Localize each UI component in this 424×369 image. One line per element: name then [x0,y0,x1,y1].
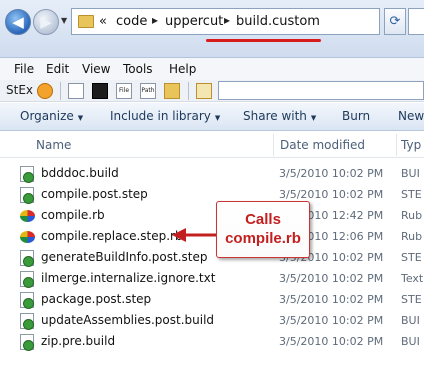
organize-label: Organize [20,109,74,123]
column-header-date[interactable]: Date modified [280,138,365,152]
organize-dropdown-icon: ▼ [77,114,84,122]
column-header-type[interactable]: Typ [401,138,421,152]
include-in-library-label: Include in library [110,109,211,123]
recent-pages-dropdown-icon[interactable]: ▼ [61,16,67,25]
file-date: 3/5/2010 10:02 PM [279,293,384,306]
column-separator[interactable] [273,134,274,156]
menu-help[interactable]: Help [169,62,196,76]
file-type: Rub [401,230,423,243]
search-input[interactable] [408,8,424,35]
file-name: compile.rb [41,208,105,222]
build-file-icon [20,292,34,309]
include-dropdown-icon: ▼ [214,114,221,122]
file-row[interactable]: bdddoc.build 3/5/2010 10:02 PM BUI [0,163,424,184]
command-bar: Organize ▼ Include in library ▼ Share with… [0,103,424,131]
file-name: package.post.step [41,292,152,306]
file-date: 3/5/2010 10:02 PM [279,335,384,348]
build-file-icon [20,271,34,288]
callout-arrow-icon [172,228,218,242]
file-type: BUI [401,167,420,180]
file-date: 3/5/2010 10:02 PM [279,188,384,201]
file-type: STE [401,293,422,306]
forward-arrow-icon: ▶ [40,13,52,31]
file-name: compile.post.step [41,187,148,201]
new-folder-button[interactable]: New [398,109,424,123]
stex-command-input[interactable] [218,81,424,100]
build-file-icon [20,250,34,267]
column-headers: Name Date modified Typ [0,132,424,158]
file-type: STE [401,188,422,201]
build-file-icon [20,187,34,204]
file-name: generateBuildInfo.post.step [41,250,208,264]
file-name: ilmerge.internalize.ignore.txt [41,271,216,285]
menu-bar: File Edit View Tools Help [0,58,424,80]
stex-gear-icon[interactable] [37,83,53,99]
burn-button[interactable]: Burn [342,109,370,123]
file-date: 3/5/2010 10:02 PM [279,314,384,327]
forward-button[interactable]: ▶ [33,9,59,35]
file-name: bdddoc.build [41,166,119,180]
back-button[interactable]: ◀ [5,9,31,35]
share-dropdown-icon: ▼ [310,114,317,122]
breadcrumb-uppercut[interactable]: uppercut [165,14,223,29]
file-date: 3/5/2010 10:02 PM [279,167,384,180]
include-in-library-button[interactable]: Include in library ▼ [110,109,220,123]
menu-view[interactable]: View [82,62,110,76]
callout-line-1: Calls [245,211,281,228]
breadcrumb-build-custom[interactable]: build.custom [236,14,320,29]
menu-tools[interactable]: Tools [123,62,153,76]
callout-box: Calls compile.rb [216,201,310,258]
new-file-icon[interactable] [68,83,84,99]
breadcrumb-code[interactable]: code [116,14,147,29]
build-file-icon [20,334,34,351]
file-name: updateAssemblies.post.build [41,313,215,327]
stex-label: StEx [6,83,34,97]
file-type: Rub [401,209,423,222]
file-name: zip.pre.build [41,334,116,348]
toolbar-separator [188,82,189,100]
console-icon[interactable] [92,83,108,99]
breadcrumb-separator[interactable]: ▸ [152,13,158,27]
file-type: BUI [401,314,420,327]
file-row[interactable]: ilmerge.internalize.ignore.txt 3/5/2010 … [0,268,424,289]
file-row[interactable]: compile.post.step 3/5/2010 10:02 PM STE [0,184,424,205]
open-folder-icon[interactable] [164,83,180,99]
folder-icon [78,15,94,28]
copy-filename-icon[interactable]: File [116,83,132,99]
refresh-button[interactable]: ⟳ [384,8,406,35]
address-field[interactable]: « code ▸ uppercut ▸ build.custom ▼ [71,8,380,35]
folder-options-icon[interactable] [196,83,212,99]
toolbar-separator [60,82,61,100]
column-separator[interactable] [396,134,397,156]
file-row[interactable]: package.post.step 3/5/2010 10:02 PM STE [0,289,424,310]
callout-line-2: compile.rb [225,230,301,247]
file-name: compile.replace.step.rb [41,229,183,243]
organize-button[interactable]: Organize ▼ [20,109,83,123]
build-file-icon [20,313,34,330]
menu-edit[interactable]: Edit [46,62,69,76]
file-type: BUI [401,335,420,348]
file-row[interactable]: compile.rb 3/6/2010 12:42 PM Rub [0,205,424,226]
menu-file[interactable]: File [14,62,34,76]
build-file-icon [20,166,34,183]
breadcrumb-overflow[interactable]: « [99,14,107,29]
ruby-file-icon [20,210,35,222]
file-row[interactable]: updateAssemblies.post.build 3/5/2010 10:… [0,310,424,331]
copy-path-icon[interactable]: Path [140,83,156,99]
back-arrow-icon: ◀ [12,13,24,31]
highlight-underline [206,39,321,42]
ruby-file-icon [20,231,35,243]
file-type: STE [401,251,422,264]
file-date: 3/5/2010 10:02 PM [279,272,384,285]
file-row[interactable]: generateBuildInfo.post.step 3/5/2010 10:… [0,247,424,268]
share-with-label: Share with [243,109,307,123]
file-type: Text [401,272,424,285]
breadcrumb-separator[interactable]: ▸ [224,13,230,27]
share-with-button[interactable]: Share with ▼ [243,109,316,123]
file-row[interactable]: zip.pre.build 3/5/2010 10:02 PM BUI [0,331,424,352]
address-bar-area: ◀ ▶ ▼ « code ▸ uppercut ▸ build.custom ▼… [0,0,424,58]
column-header-name[interactable]: Name [36,138,71,152]
